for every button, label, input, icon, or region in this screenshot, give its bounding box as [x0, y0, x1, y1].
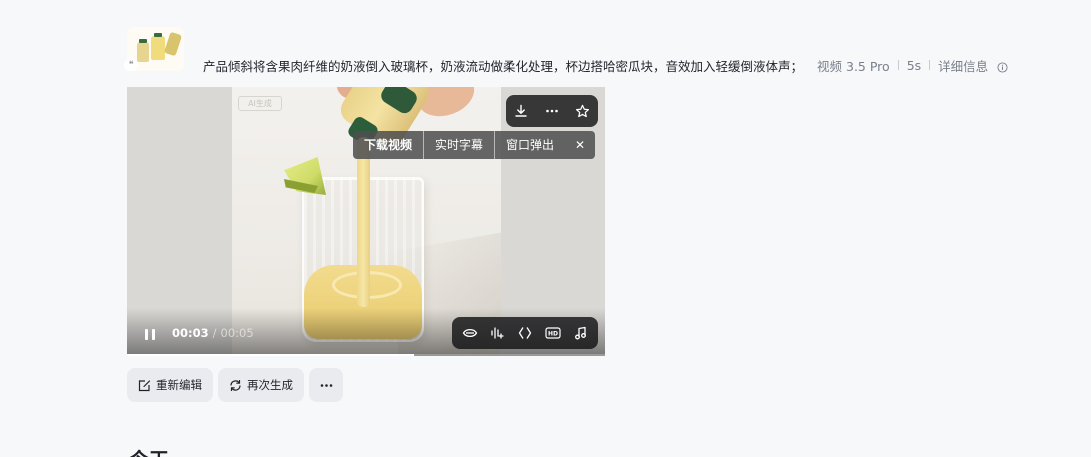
section-heading: 今天 [129, 444, 169, 457]
music-icon[interactable] [569, 322, 591, 344]
audio-wave-icon[interactable] [486, 322, 508, 344]
current-time: 00:03 [172, 326, 209, 340]
pause-button[interactable] [143, 327, 157, 341]
info-icon [997, 61, 1008, 73]
star-icon[interactable] [572, 100, 594, 122]
video-bottom-toolbar: HD [452, 317, 598, 349]
svg-text:HD: HD [548, 331, 558, 338]
details-label: 详细信息 [938, 58, 989, 74]
total-time: 00:05 [220, 326, 254, 340]
menu-item-live-subtitles[interactable]: 实时字幕 [424, 131, 495, 159]
meta-divider [897, 60, 899, 70]
download-menu: 下载视频 实时字幕 窗口弹出 ✕ [353, 131, 596, 159]
quote-icon: ❝ [124, 59, 138, 71]
regenerate-label: 再次生成 [247, 378, 293, 392]
details-link[interactable]: 详细信息 [938, 56, 1008, 75]
progress-fill [127, 354, 414, 356]
edit-icon [138, 379, 151, 391]
close-icon[interactable]: ✕ [565, 131, 596, 159]
regenerate-button[interactable]: 再次生成 [218, 368, 304, 402]
playback-time: 00:03 / 00:05 [172, 326, 254, 340]
hd-icon[interactable]: HD [542, 322, 564, 344]
more-actions-button[interactable] [309, 368, 343, 402]
time-separator: / [212, 326, 217, 340]
reedit-label: 重新编辑 [156, 378, 202, 392]
video-player[interactable]: AI生成 00:03 / 00:05 下载视频 实时字幕 窗口弹出 ✕ HD [127, 87, 605, 356]
progress-bar[interactable] [127, 354, 605, 356]
prompt-meta: 视频 3.5 Pro 5s 详细信息 [817, 56, 1008, 75]
refresh-icon [230, 379, 241, 391]
video-top-toolbar [506, 95, 598, 127]
more-icon[interactable] [541, 100, 563, 122]
reedit-button[interactable]: 重新编辑 [127, 368, 213, 402]
lip-sync-icon[interactable] [459, 322, 481, 344]
duration-label: 5s [906, 57, 922, 73]
frame-icon[interactable] [514, 322, 536, 344]
more-icon [320, 383, 332, 387]
action-bar: 重新编辑 再次生成 [127, 368, 343, 402]
page: ❝ 产品倾斜将含果肉纤维的奶液倒入玻璃杯，奶液流动做柔化处理，杯边搭哈密瓜块，音… [0, 0, 1091, 457]
ai-watermark: AI生成 [238, 96, 282, 111]
prompt-text: 产品倾斜将含果肉纤维的奶液倒入玻璃杯，奶液流动做柔化处理，杯边搭哈密瓜块，音效加… [203, 58, 804, 74]
menu-item-download-video[interactable]: 下载视频 [353, 131, 424, 159]
menu-item-popout-window[interactable]: 窗口弹出 [495, 131, 566, 159]
meta-divider [929, 60, 931, 70]
model-label: 视频 3.5 Pro [817, 58, 890, 74]
prompt-row: 产品倾斜将含果肉纤维的奶液倒入玻璃杯，奶液流动做柔化处理，杯边搭哈密瓜块，音效加… [203, 56, 1008, 74]
download-icon[interactable] [510, 100, 532, 122]
